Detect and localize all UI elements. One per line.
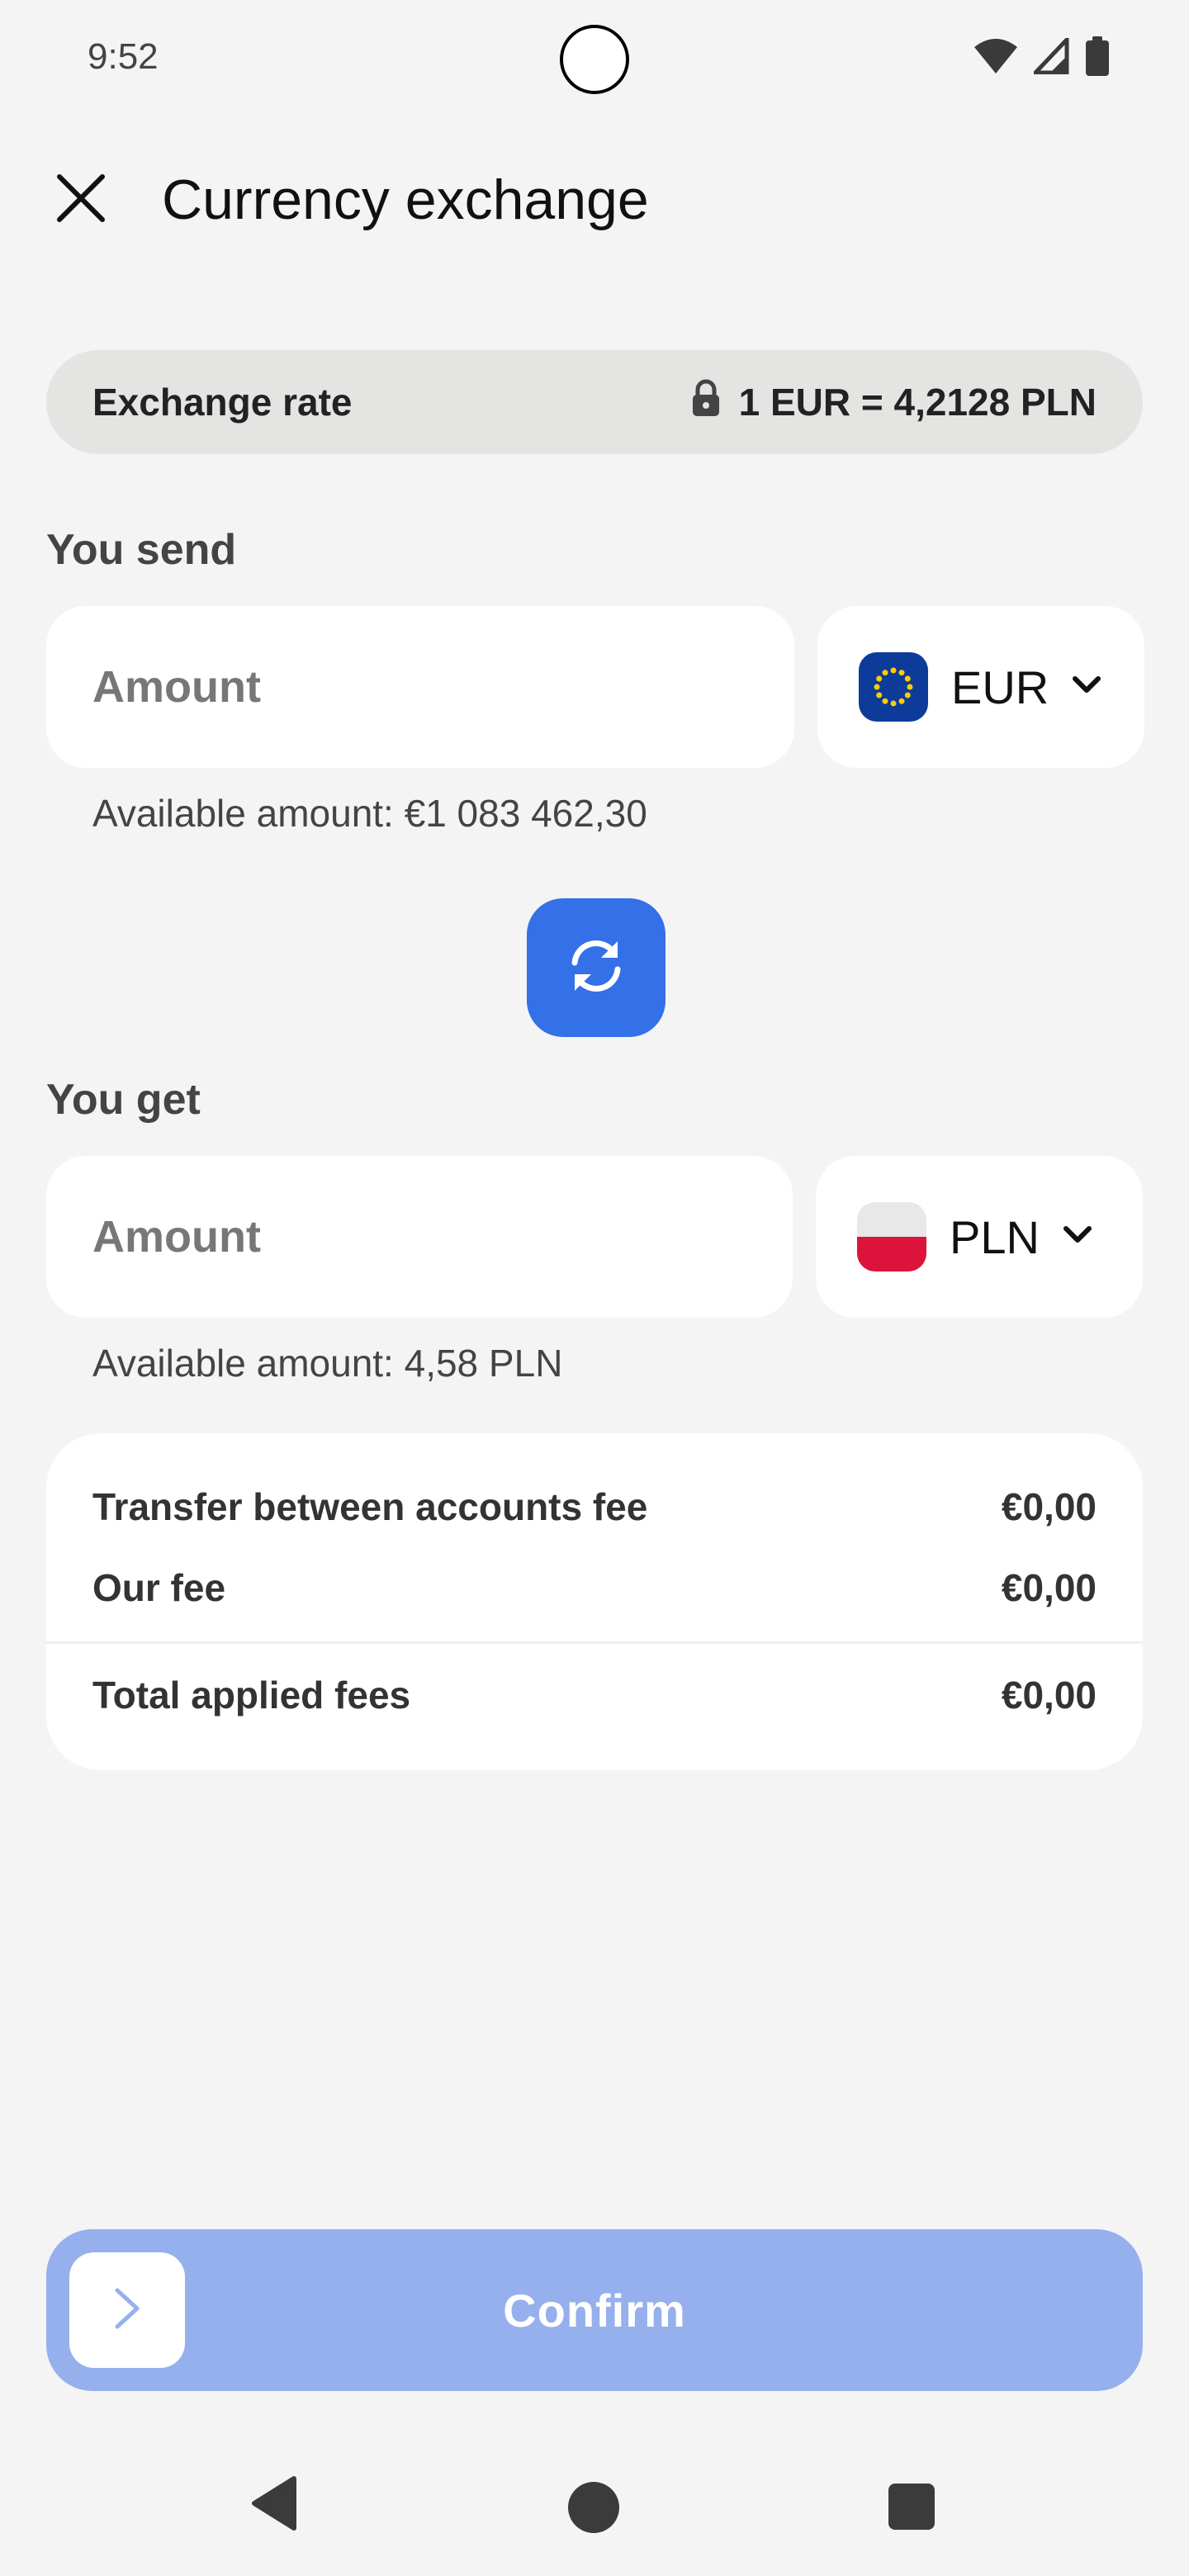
- nav-home-button[interactable]: [568, 2482, 619, 2533]
- page-title: Currency exchange: [162, 168, 649, 231]
- fee-label: Our fee: [92, 1566, 226, 1609]
- chevron-right-icon: [111, 2285, 144, 2336]
- send-currency-code: EUR: [951, 661, 1049, 713]
- send-amount-field[interactable]: [46, 606, 794, 768]
- back-triangle-icon: [249, 2476, 299, 2536]
- fees-card: Transfer between accounts fee €0,00 Our …: [46, 1433, 1143, 1770]
- battery-icon: [1085, 36, 1110, 80]
- get-amount-input[interactable]: [92, 1211, 793, 1262]
- signal-icon: [1030, 34, 1070, 78]
- swap-icon: [563, 933, 629, 1003]
- lock-icon: [691, 379, 721, 426]
- fee-value: €0,00: [1001, 1485, 1097, 1528]
- total-fee-label: Total applied fees: [92, 1674, 411, 1717]
- fee-label: Transfer between accounts fee: [92, 1485, 648, 1528]
- send-currency-select[interactable]: EUR: [817, 606, 1144, 768]
- send-available-amount: Available amount: €1 083 462,30: [92, 792, 647, 835]
- eu-flag-icon: [859, 652, 928, 722]
- send-label: You send: [46, 526, 237, 574]
- exchange-rate-value-group: 1 EUR = 4,2128 PLN: [691, 379, 1097, 426]
- status-time: 9:52: [88, 36, 159, 77]
- fee-value: €0,00: [1001, 1566, 1097, 1609]
- wifi-icon: [973, 37, 1019, 79]
- get-label: You get: [46, 1076, 201, 1124]
- chevron-down-icon: [1072, 675, 1101, 699]
- fee-row: Transfer between accounts fee €0,00: [92, 1485, 1097, 1529]
- chevron-down-icon: [1063, 1225, 1092, 1249]
- total-fee-row: Total applied fees €0,00: [92, 1673, 1097, 1717]
- status-icons: [973, 34, 1110, 80]
- get-currency-code: PLN: [950, 1210, 1040, 1263]
- get-currency-select[interactable]: PLN: [816, 1156, 1143, 1318]
- camera-cutout: [560, 25, 629, 94]
- close-button[interactable]: [46, 165, 116, 234]
- confirm-slider-handle[interactable]: [69, 2252, 185, 2368]
- fee-row: Our fee €0,00: [92, 1565, 1097, 1610]
- swap-currencies-button[interactable]: [527, 898, 666, 1037]
- exchange-rate-label: Exchange rate: [92, 381, 353, 424]
- close-icon: [54, 172, 107, 229]
- get-available-amount: Available amount: 4,58 PLN: [92, 1342, 563, 1385]
- poland-flag-icon: [857, 1202, 926, 1271]
- nav-back-button[interactable]: [249, 2474, 299, 2537]
- confirm-slider[interactable]: Confirm: [46, 2229, 1143, 2391]
- send-amount-input[interactable]: [92, 661, 794, 713]
- confirm-label: Confirm: [503, 2284, 686, 2337]
- exchange-rate-value: 1 EUR = 4,2128 PLN: [738, 381, 1097, 424]
- exchange-rate-bar: Exchange rate 1 EUR = 4,2128 PLN: [46, 350, 1143, 454]
- divider: [46, 1641, 1143, 1644]
- total-fee-value: €0,00: [1001, 1674, 1097, 1717]
- get-amount-field[interactable]: [46, 1156, 793, 1318]
- nav-recents-button[interactable]: [888, 2484, 935, 2530]
